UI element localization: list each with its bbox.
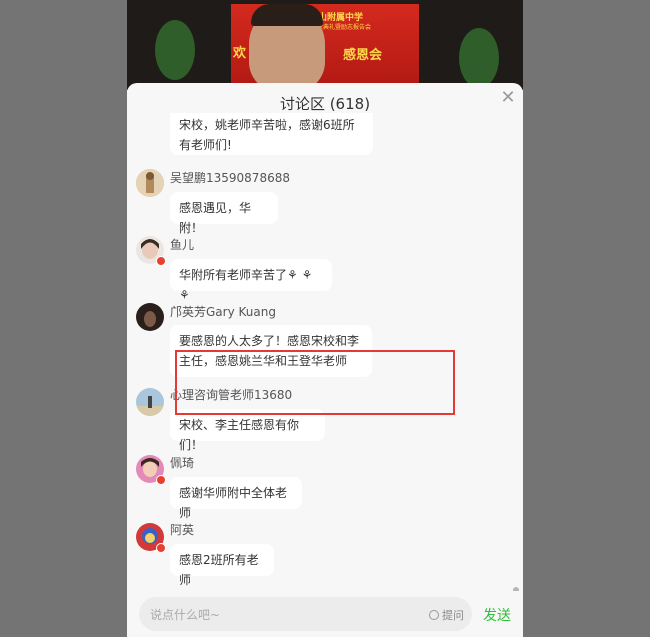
close-icon[interactable]: ✕ — [499, 89, 517, 107]
user-badge — [156, 543, 166, 553]
message-bubble: 感恩2班所有老师 — [170, 544, 274, 587]
page-backdrop-right — [523, 0, 650, 637]
message-list[interactable]: 宋校，姚老师辛苦啦，感谢6班所有老师们! 吴望鹏13590878688 感恩遇见… — [127, 113, 523, 591]
message-bubble: 感谢华师附中全体老师 — [170, 477, 302, 520]
send-button[interactable]: 发送 — [483, 605, 511, 625]
user-name: 吴望鹏13590878688 — [170, 171, 290, 185]
speaker-hair — [251, 4, 323, 26]
plant-decoration — [459, 28, 499, 88]
panel-title: 讨论区 (618) — [279, 95, 371, 113]
message-bubble: 感恩遇见，华附！ — [170, 192, 278, 235]
avatar[interactable] — [136, 169, 164, 197]
annotation-highlight-box — [175, 350, 455, 415]
user-name: 邝英芳Gary Kuang — [170, 305, 276, 319]
radio-circle-icon — [429, 610, 439, 620]
user-badge — [156, 475, 166, 485]
comment-input[interactable]: 说点什么吧~ 提问 — [139, 597, 472, 631]
user-name: 佩琦 — [170, 456, 195, 470]
user-name: 鱼儿 — [170, 238, 195, 252]
plant-decoration — [155, 20, 195, 80]
user-badge — [156, 256, 166, 266]
message-bubble: 华附所有老师辛苦了⚘ ⚘ ⚘ — [170, 259, 332, 302]
comment-placeholder: 说点什么吧~ — [150, 608, 221, 622]
banner-left-text: 欢 — [233, 46, 247, 61]
avatar[interactable] — [136, 303, 164, 331]
comment-bar: 说点什么吧~ 提问 发送 — [127, 591, 523, 637]
page-backdrop-left — [0, 0, 127, 637]
avatar[interactable] — [136, 388, 164, 416]
user-name: 阿英 — [170, 523, 195, 537]
message-bubble: 宋校，姚老师辛苦啦，感谢6班所有老师们! — [170, 113, 373, 155]
ask-label: 提问 — [442, 609, 464, 622]
banner-right-text: 感恩会 — [343, 48, 383, 63]
discussion-panel: 讨论区 (618) ✕ 宋校，姚老师辛苦啦，感谢6班所有老师们! 吴望鹏1359… — [127, 83, 523, 637]
live-video[interactable]: 中山附属中学 毕业典礼暨励志报告会 欢 感恩会 — [127, 0, 523, 90]
ask-question-toggle[interactable]: 提问 — [429, 607, 464, 623]
